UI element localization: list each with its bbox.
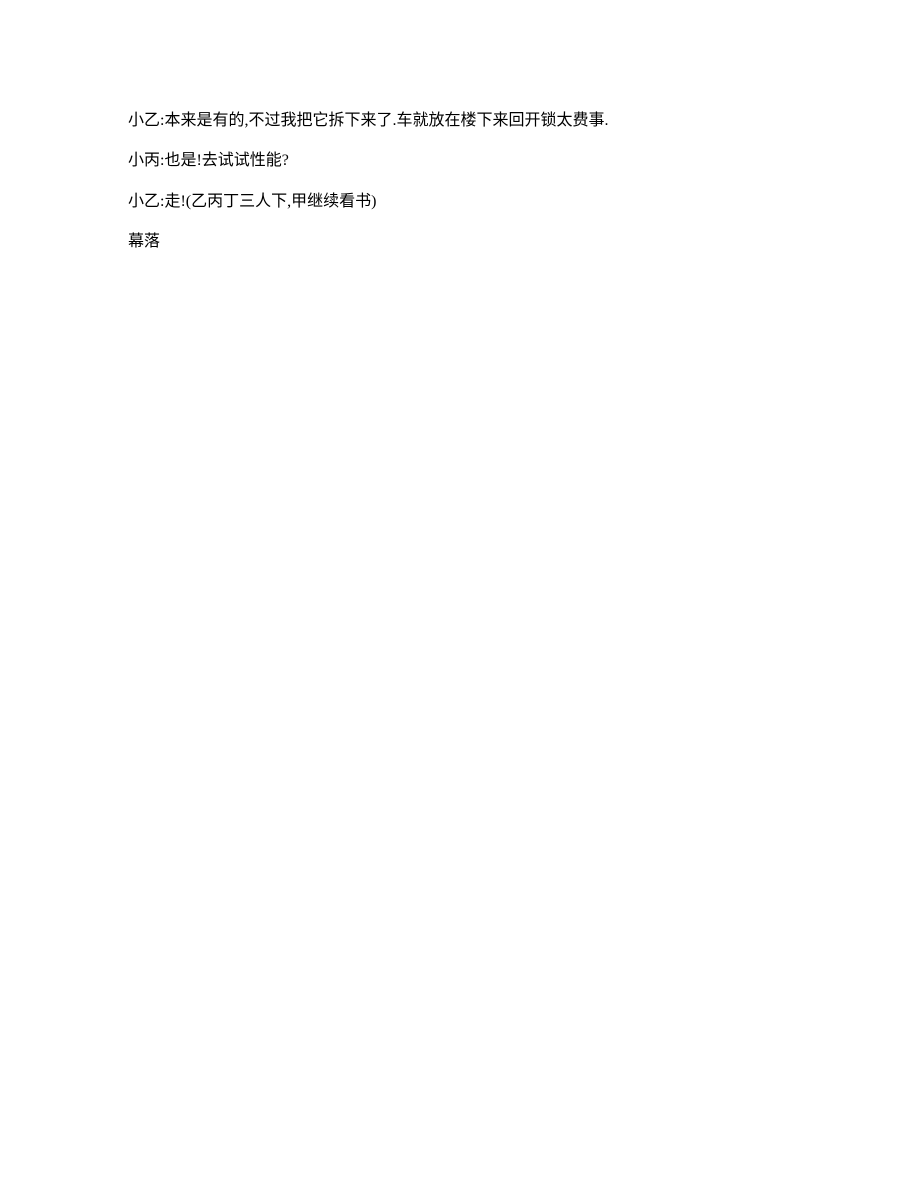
document-content: 小乙:本来是有的,不过我把它拆下来了.车就放在楼下来回开锁太费事. 小丙:也是!…	[0, 0, 920, 254]
dialogue-line: 幕落	[128, 231, 800, 253]
dialogue-line: 小乙:本来是有的,不过我把它拆下来了.车就放在楼下来回开锁太费事.	[128, 110, 800, 132]
dialogue-line: 小丙:也是!去试试性能?	[128, 150, 800, 172]
dialogue-line: 小乙:走!(乙丙丁三人下,甲继续看书)	[128, 191, 800, 213]
